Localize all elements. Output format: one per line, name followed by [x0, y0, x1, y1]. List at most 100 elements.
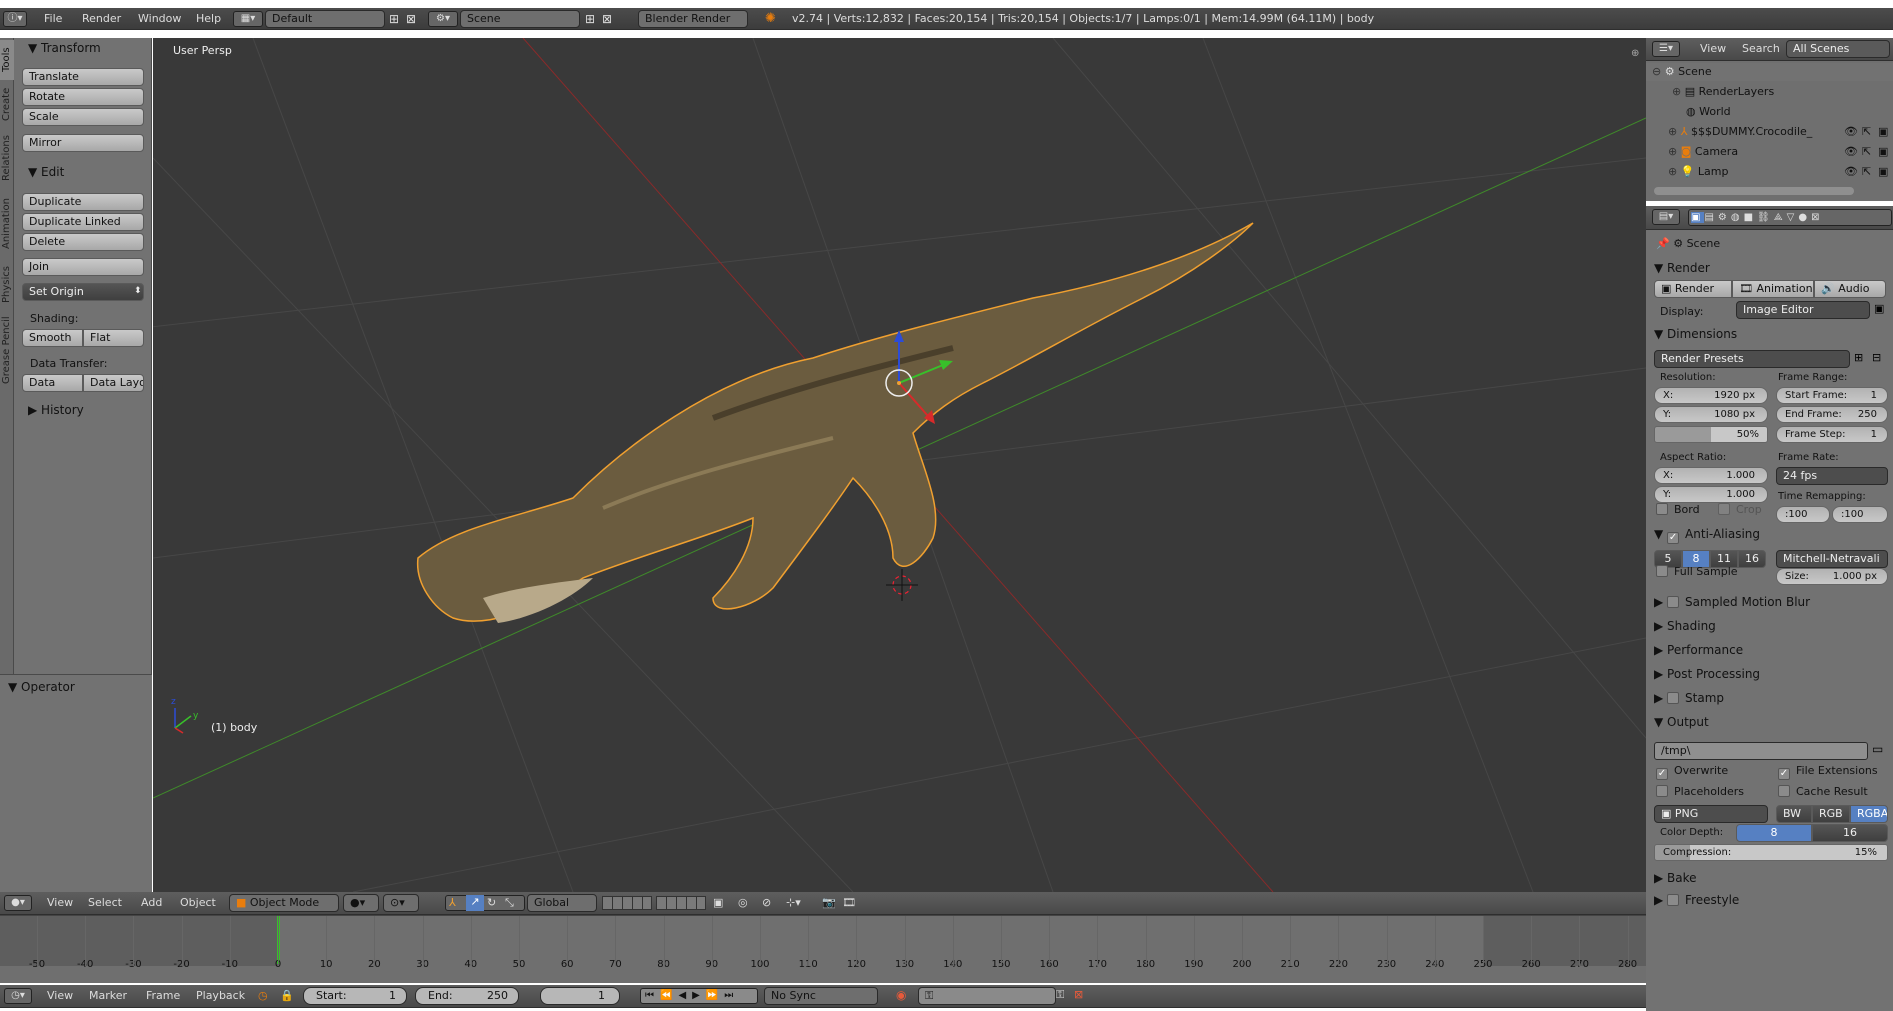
current-frame-field[interactable]: 1 [540, 987, 620, 1005]
scene-field[interactable]: Scene [460, 10, 580, 28]
outliner-row-dummy[interactable]: ⊕ ⅄ $$$DUMMY.Crocodile_ 👁 ⇱ ▣ [1646, 123, 1893, 141]
outliner-row-world[interactable]: ◍ World [1646, 103, 1893, 121]
smb-check-icon[interactable] [1667, 596, 1680, 608]
tab-tools[interactable]: Tools [0, 40, 14, 80]
audio-button[interactable]: 🔊 Audio [1814, 280, 1886, 298]
data-button[interactable]: Data [22, 374, 83, 392]
sampled-motion-blur-header[interactable]: ▶ Sampled Motion Blur [1646, 592, 1893, 612]
use-preview-range-icon[interactable]: ◷ [258, 989, 268, 1002]
end-frame-field[interactable]: End: 250 [415, 987, 519, 1005]
tab-physics[interactable]: Physics [0, 260, 14, 310]
outliner-menu-view[interactable]: View [1700, 38, 1726, 60]
scale-button[interactable]: Scale [22, 108, 144, 126]
layout-close-icon[interactable]: ⊠ [406, 12, 416, 26]
placeholders-checkbox[interactable]: Placeholders [1656, 782, 1744, 802]
lamp-eye-icon[interactable]: 👁 [1844, 163, 1858, 181]
duplicate-button[interactable]: Duplicate [22, 193, 144, 211]
data-layout-button[interactable]: Data Layo [83, 374, 144, 392]
vp-menu-view[interactable]: View [47, 892, 73, 914]
transform-panel-header[interactable]: ▼ Transform [14, 38, 151, 58]
dummy-eye-icon[interactable]: 👁 [1844, 123, 1858, 141]
menu-render[interactable]: Render [82, 8, 121, 30]
res-x-field[interactable]: X: 1920 px [1654, 387, 1768, 404]
placeholders-check-icon[interactable] [1656, 785, 1668, 797]
layer-buttons[interactable] [602, 896, 652, 910]
border-checkbox[interactable]: Bord [1656, 500, 1700, 520]
end-frame-prop-field[interactable]: End Frame: 250 [1776, 406, 1888, 423]
scale-manip-icon[interactable]: ⤡ [505, 896, 514, 910]
pivot-select[interactable]: ⊙▾ [383, 894, 419, 912]
menu-file[interactable]: File [44, 8, 62, 30]
display-select[interactable]: Image Editor [1736, 301, 1870, 319]
translate-button[interactable]: Translate [22, 68, 144, 86]
pin-icon[interactable]: 📌 [1656, 237, 1670, 250]
tl-menu-view[interactable]: View [47, 985, 73, 1007]
properties-context-tabs[interactable]: ▣▤⚙◍■⛓⟁▽●⊠ [1688, 209, 1892, 226]
auto-keying-icon[interactable]: ◉ [896, 988, 906, 1002]
smooth-button[interactable]: Smooth [22, 329, 83, 347]
filter-size-field[interactable]: Size: 1.000 px [1776, 568, 1888, 585]
output-path-field[interactable]: /tmp\ [1654, 742, 1868, 760]
manipulator-toggle-icon[interactable]: ⅄ [449, 896, 456, 909]
snap-toggle-icon[interactable]: ⊘ [762, 896, 771, 909]
history-panel-header[interactable]: ▶ History [14, 400, 151, 420]
viewport-3d[interactable]: z y User Persp (1) body ⊕ [153, 38, 1646, 892]
overwrite-check-icon[interactable]: ✓ [1656, 768, 1668, 780]
set-origin-select[interactable]: Set Origin [22, 283, 144, 301]
delete-keyframe-icon[interactable]: ⊠ [1074, 988, 1083, 1001]
proportional-edit-icon[interactable]: ◎ [738, 896, 748, 909]
layout-icon[interactable]: ▦▾ [233, 11, 263, 27]
viewport-editor-type-icon[interactable]: ●▾ [4, 895, 32, 911]
preset-remove-icon[interactable]: ⊟ [1872, 351, 1881, 364]
outliner-menu-search[interactable]: Search [1742, 38, 1780, 60]
camera-render-icon[interactable]: ▣ [1878, 143, 1888, 161]
freestyle-panel-header[interactable]: ▶ Freestyle [1646, 890, 1893, 910]
anti-aliasing-panel-header[interactable]: ▼ ✓ Anti-Aliasing [1646, 524, 1893, 544]
dimensions-panel-header[interactable]: ▼ Dimensions [1646, 324, 1893, 344]
folder-icon[interactable]: ▭ [1872, 742, 1883, 756]
tl-menu-marker[interactable]: Marker [89, 985, 127, 1007]
tab-create[interactable]: Create [0, 82, 14, 126]
frame-step-field[interactable]: Frame Step: 1 [1776, 426, 1888, 443]
outliner-filter-select[interactable]: All Scenes [1786, 40, 1890, 58]
orientation-select[interactable]: Global [527, 894, 597, 912]
outliner-row-camera[interactable]: ⊕ ◙ Camera 👁 ⇱ ▣ [1646, 143, 1893, 161]
timeline-editor-type-icon[interactable]: ◷▾ [4, 988, 32, 1004]
join-button[interactable]: Join [22, 258, 144, 276]
rgba-button[interactable]: RGBA [1850, 805, 1888, 823]
mode-select[interactable]: ■ Object Mode [229, 894, 339, 912]
file-ext-check-icon[interactable]: ✓ [1778, 768, 1790, 780]
freestyle-check-icon[interactable] [1667, 894, 1680, 906]
scene-close-icon[interactable]: ⊠ [602, 12, 612, 26]
snap-element-icon[interactable]: ⊹▾ [786, 896, 801, 909]
tl-menu-frame[interactable]: Frame [146, 985, 180, 1007]
duplicate-linked-button[interactable]: Duplicate Linked [22, 213, 144, 231]
aa-enable-check-icon[interactable]: ✓ [1667, 532, 1680, 544]
remap-new-field[interactable]: :100 [1832, 506, 1888, 523]
outliner-editor-type-icon[interactable]: ☰▾ [1652, 41, 1680, 57]
fps-select[interactable]: 24 fps [1776, 467, 1888, 485]
outliner-scrollbar[interactable] [1654, 187, 1854, 195]
rgb-button[interactable]: RGB [1812, 805, 1850, 823]
stamp-check-icon[interactable] [1667, 692, 1680, 704]
flat-button[interactable]: Flat [83, 329, 144, 347]
full-sample-check-icon[interactable] [1656, 565, 1668, 577]
operator-panel-header[interactable]: ▼ Operator [0, 677, 152, 697]
animation-button[interactable]: 🎞 Animation [1732, 280, 1814, 298]
layout-field[interactable]: Default [265, 10, 385, 28]
render-engine-select[interactable]: Blender Render [638, 10, 748, 28]
display-window-icon[interactable]: ▣ [1874, 302, 1884, 315]
remap-old-field[interactable]: :100 [1776, 506, 1830, 523]
scene-icon[interactable]: ⚙▾ [428, 11, 458, 27]
performance-panel-header[interactable]: ▶ Performance [1646, 640, 1893, 660]
lamp-render-icon[interactable]: ▣ [1878, 163, 1888, 181]
render-presets-select[interactable]: Render Presets [1654, 350, 1850, 368]
tl-menu-playback[interactable]: Playback [196, 985, 245, 1007]
render-anim-icon[interactable]: 🎞 [842, 896, 856, 909]
timeline[interactable]: -50-40-30-20-100102030405060708090100110… [0, 915, 1646, 983]
bw-button[interactable]: BW [1776, 805, 1812, 823]
lock-range-icon[interactable]: 🔒 [280, 989, 294, 1002]
depth-16-button[interactable]: 16 [1812, 824, 1888, 842]
cache-result-check-icon[interactable] [1778, 785, 1790, 797]
insert-keyframe-icon[interactable]: ⚿ [1056, 988, 1064, 1002]
